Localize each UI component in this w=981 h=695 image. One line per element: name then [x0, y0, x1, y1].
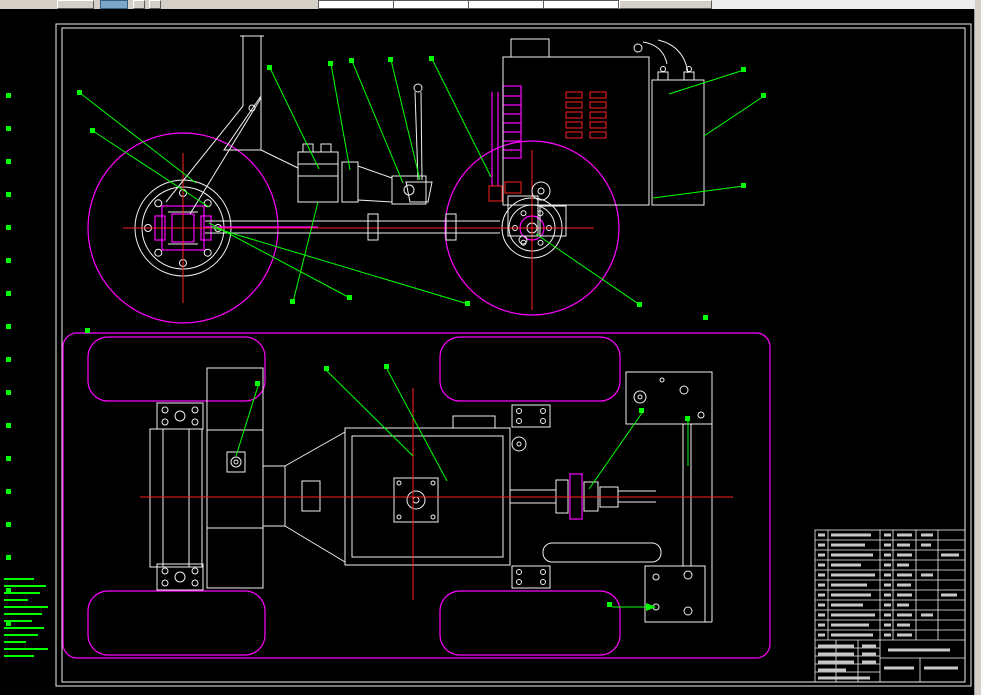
- drive-shaft: [205, 213, 500, 241]
- cad-application-window: [0, 0, 981, 695]
- grip-handle[interactable]: [6, 225, 11, 230]
- grip-handle[interactable]: [6, 93, 11, 98]
- grip-handle[interactable]: [761, 93, 766, 98]
- grip-handle[interactable]: [347, 295, 352, 300]
- grip-handle[interactable]: [384, 364, 389, 369]
- grip-handle[interactable]: [77, 90, 82, 95]
- fuel-tank: [651, 66, 705, 206]
- grip-handle[interactable]: [90, 128, 95, 133]
- grip-handle[interactable]: [267, 65, 272, 70]
- grip-handle[interactable]: [6, 126, 11, 131]
- left-axle-housing: [149, 428, 203, 568]
- toolbar-field-1[interactable]: [318, 0, 394, 9]
- grip-handle[interactable]: [6, 522, 11, 527]
- toolbar-button[interactable]: [619, 0, 712, 9]
- grip-handle[interactable]: [741, 67, 746, 72]
- grip-handle[interactable]: [639, 408, 644, 413]
- toolbar-field-3[interactable]: [468, 0, 544, 9]
- toolbar: [0, 0, 981, 9]
- gear-lever: [405, 83, 433, 203]
- grip-handle[interactable]: [607, 602, 612, 607]
- central-gearbox: [344, 415, 527, 566]
- plan-wheel-front-left: [87, 336, 266, 402]
- grip-handle[interactable]: [6, 489, 11, 494]
- grip-handle[interactable]: [465, 301, 470, 306]
- leader-lines-plan: [235, 368, 689, 611]
- drawing-canvas[interactable]: [0, 0, 981, 695]
- plan-wheel-rear-left: [87, 590, 266, 656]
- grip-handle[interactable]: [741, 183, 746, 188]
- grip-handle[interactable]: [637, 302, 642, 307]
- side-view: [79, 35, 765, 324]
- toolbar-icon-small-2[interactable]: [149, 0, 161, 9]
- grip-handle[interactable]: [6, 390, 11, 395]
- grip-handle[interactable]: [290, 299, 295, 304]
- grip-handle[interactable]: [85, 328, 90, 333]
- grip-handle[interactable]: [6, 192, 11, 197]
- plan-wheels: [87, 336, 621, 656]
- grip-handle[interactable]: [429, 56, 434, 61]
- title-text-placeholders: [818, 644, 958, 680]
- grip-handle[interactable]: [328, 61, 333, 66]
- grip-handle[interactable]: [6, 159, 11, 164]
- toolbar-light-area: [712, 0, 975, 9]
- engine-louvers: [565, 91, 607, 139]
- grip-handle[interactable]: [703, 315, 708, 320]
- vertical-scrollbar[interactable]: [974, 9, 981, 695]
- grip-handle[interactable]: [6, 291, 11, 296]
- plan-wheel-front-right: [439, 336, 621, 402]
- toolbar-icon-small-1[interactable]: [133, 0, 145, 9]
- toolbar-field-2[interactable]: [393, 0, 469, 9]
- mount-bracket-top: [625, 371, 713, 425]
- roller-bar: [542, 542, 662, 563]
- toolbar-field-4[interactable]: [543, 0, 619, 9]
- plan-wheel-rear-right: [439, 590, 621, 656]
- grip-handle[interactable]: [6, 555, 11, 560]
- grip-handle[interactable]: [349, 58, 354, 63]
- title-block: [814, 529, 966, 683]
- grip-handle[interactable]: [388, 57, 393, 62]
- grip-column: [6, 93, 11, 626]
- toolbar-icon-raised-group[interactable]: [57, 0, 94, 9]
- plan-boundary: [62, 332, 771, 659]
- plan-view: [62, 332, 771, 659]
- centerlines-plan: [140, 388, 733, 600]
- grip-handle[interactable]: [685, 416, 690, 421]
- grip-handle[interactable]: [6, 324, 11, 329]
- grip-handle[interactable]: [6, 357, 11, 362]
- grip-handle[interactable]: [6, 423, 11, 428]
- steering-assembly: [297, 143, 427, 205]
- toolbar-icon-active-blue[interactable]: [100, 0, 128, 9]
- grip-handle[interactable]: [255, 381, 260, 386]
- mount-bracket-bottom: [644, 565, 706, 623]
- radiator-intake: [488, 85, 522, 202]
- grip-handle[interactable]: [324, 366, 329, 371]
- grip-handle[interactable]: [6, 456, 11, 461]
- grip-handle[interactable]: [6, 258, 11, 263]
